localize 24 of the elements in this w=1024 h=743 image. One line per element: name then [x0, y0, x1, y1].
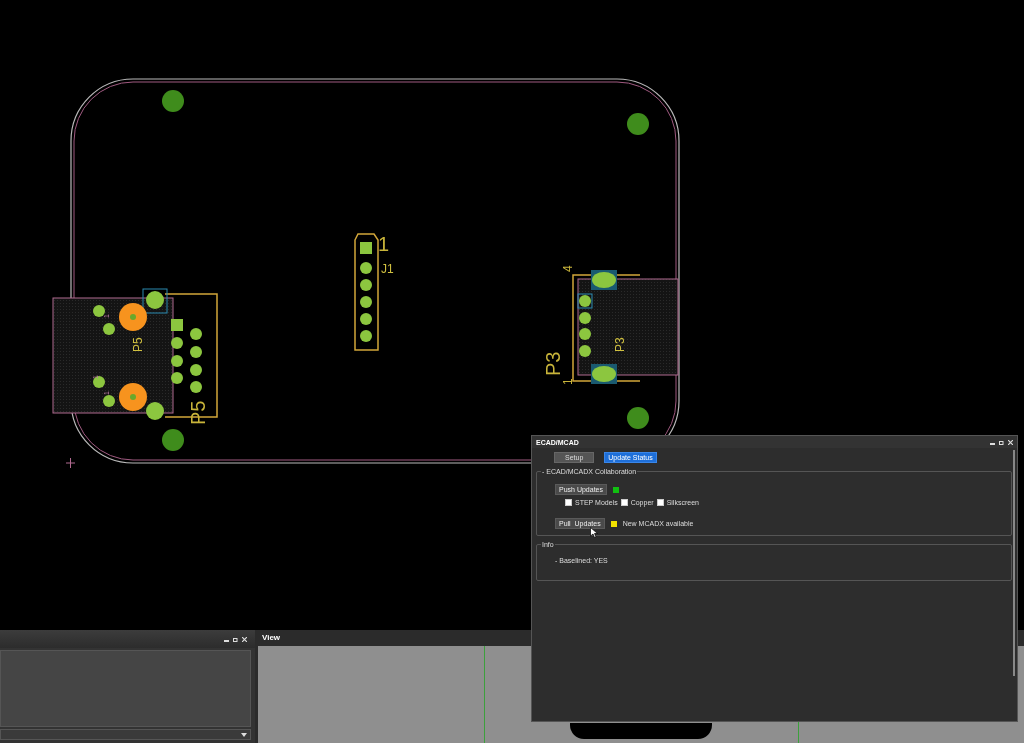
checkbox[interactable]: [565, 499, 572, 506]
caret-icon: [241, 732, 247, 737]
reference-label: P5: [131, 337, 145, 352]
designator-label: P3: [542, 351, 564, 376]
close-icon[interactable]: [242, 636, 247, 642]
restore-icon[interactable]: [999, 439, 1004, 445]
pin-label: 4: [561, 265, 575, 272]
designator-label: P5: [187, 400, 209, 425]
checkbox[interactable]: [656, 499, 664, 506]
checkbox[interactable]: [620, 499, 628, 506]
origin-crosshair-icon: [65, 457, 76, 469]
mounting-hole: [162, 90, 184, 112]
pin-label: 1: [561, 378, 575, 385]
restore-icon[interactable]: [233, 636, 238, 642]
reference-label: J1: [381, 262, 394, 276]
close-icon[interactable]: [1008, 439, 1013, 445]
mouse-cursor-icon: [590, 527, 598, 538]
mounting-hole: [162, 429, 184, 451]
scrollbar[interactable]: [1013, 450, 1015, 676]
designator-label: 1: [378, 233, 390, 255]
reference-label: P3: [613, 337, 627, 352]
mounting-hole: [627, 113, 649, 135]
dropdown-field[interactable]: [0, 729, 251, 740]
mounting-hole: [627, 407, 649, 429]
